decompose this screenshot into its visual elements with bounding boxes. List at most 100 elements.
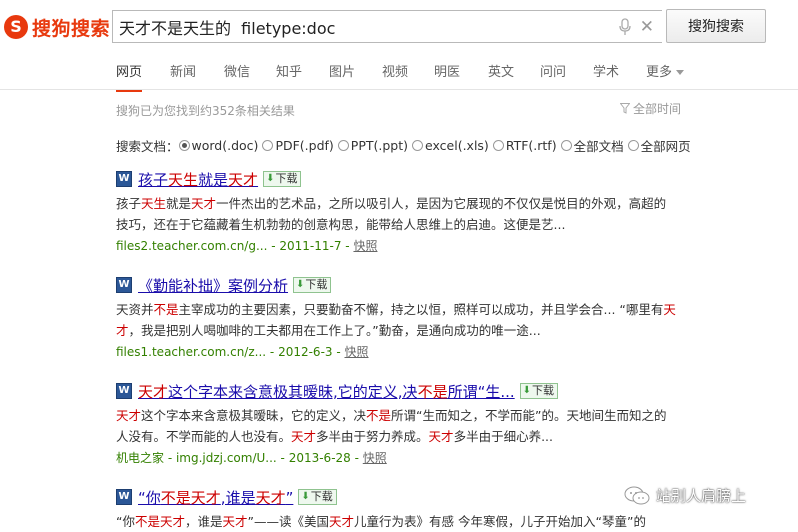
tab-label: 明医 — [434, 65, 461, 80]
text-segment: 儿童行为表》有感 今年寒假，儿子开始加入“琴童”的 — [354, 514, 646, 529]
highlight-term: 不是 — [366, 408, 392, 423]
result-date: 2013-6-28 — [288, 451, 351, 465]
result-title-link[interactable]: “你不是天才,谁是天才” — [138, 487, 293, 508]
clear-icon[interactable]: ✕ — [640, 16, 654, 38]
text-segment: 就是 — [166, 196, 192, 211]
download-button[interactable]: ⬇ 下载 — [293, 277, 332, 293]
doc-filter-option[interactable]: RTF(.rtf) — [492, 138, 557, 153]
separator: - — [332, 345, 345, 359]
highlight-term: 天才 — [222, 514, 248, 529]
tab-10[interactable]: 更多 — [646, 61, 685, 80]
text-segment: ,谁是 — [220, 488, 256, 507]
text-segment: 就是 — [198, 170, 229, 189]
search-button[interactable]: 搜狗搜索 — [666, 9, 766, 43]
download-label: 下载 — [532, 384, 555, 397]
tab-1[interactable]: 新闻 — [170, 61, 196, 80]
highlight-term: 不是天才 — [134, 514, 185, 529]
radio-button[interactable] — [560, 140, 572, 151]
microphone-icon[interactable] — [618, 18, 632, 36]
radio-button[interactable] — [412, 140, 424, 151]
tab-label: 新闻 — [170, 65, 197, 80]
radio-button[interactable] — [262, 140, 274, 151]
doc-filter-option[interactable]: 全部网页 — [627, 136, 691, 155]
result-title-link[interactable]: 孩子天生就是天才 — [138, 169, 258, 190]
result-date: 2011-11-7 — [279, 239, 342, 253]
text-segment: 孩子 — [116, 196, 142, 211]
download-label: 下载 — [275, 172, 298, 185]
radio-button[interactable] — [178, 140, 190, 151]
tab-label: 视频 — [382, 65, 409, 80]
sogou-logo[interactable]: S 搜狗搜索 — [4, 12, 110, 42]
result-url[interactable]: files1.teacher.com.cn/z... — [116, 345, 266, 359]
separator: - — [276, 451, 289, 465]
doc-filter-option[interactable]: PPT(.ppt) — [337, 138, 409, 153]
download-button[interactable]: ⬇ 下载 — [519, 383, 559, 399]
text-segment: ” — [285, 488, 294, 507]
download-button[interactable]: ⬇ 下载 — [298, 489, 337, 505]
result-snippet: 孩子天生就是天才一件杰出的艺术品，之所以吸引人，是因为它展现的不仅仅是悦目的外观… — [116, 193, 676, 235]
doc-filter-option-label: word(.doc) — [191, 138, 259, 153]
search-result: W 《勤能补拙》案例分析 ⬇ 下载 天资并不是主宰成功的主要因素，只要勤奋不懈，持之以恒… — [116, 274, 706, 362]
text-segment: 这个字本来含意极其暧昧,它的定义,决 — [168, 382, 418, 401]
tab-0[interactable]: 网页 — [116, 61, 143, 92]
result-title-link[interactable]: 天才这个字本来含意极其暧昧,它的定义,决不是所谓“生... — [138, 381, 515, 402]
tab-7[interactable]: 英文 — [488, 61, 514, 80]
text-segment: “你 — [116, 514, 135, 529]
doc-filter-option-label: PPT(.ppt) — [350, 138, 409, 153]
result-meta: files2.teacher.com.cn/g... - 2011-11-7 -… — [116, 236, 706, 256]
text-segment: ”——读《美国 — [247, 514, 330, 529]
highlight-term: 天才 — [428, 429, 454, 444]
result-meta: files1.teacher.com.cn/z... - 2012-6-3 - … — [116, 342, 706, 362]
doc-filter-option-label: PDF(.pdf) — [275, 138, 334, 153]
tab-3[interactable]: 知乎 — [276, 61, 302, 80]
result-snippet: 天才这个字本来含意极其暧昧，它的定义，决不是所谓“生而知之，不学而能”的。天地间… — [116, 405, 676, 447]
doc-filter-option[interactable]: excel(.xls) — [412, 138, 489, 153]
download-label: 下载 — [310, 490, 333, 503]
highlight-term: 天才 — [191, 196, 217, 211]
doc-filter-option[interactable]: word(.doc) — [178, 138, 259, 153]
text-segment: ，我是把别人喝咖啡的工夫都用在工作上了。”勤奋，是通向成功的唯一途... — [128, 323, 541, 338]
highlight-term: 天生 — [168, 170, 199, 189]
doc-type-filter: 搜索文档： word(.doc) PDF(.pdf) PPT(.ppt) excel(… — [116, 136, 695, 155]
tab-label: 图片 — [329, 65, 356, 80]
result-url[interactable]: 机电之家 - img.jdzj.com/U... — [116, 451, 277, 465]
separator: - — [350, 451, 363, 465]
radio-button[interactable] — [492, 140, 504, 151]
search-input[interactable] — [119, 14, 609, 40]
word-doc-icon: W — [116, 383, 132, 399]
tab-5[interactable]: 视频 — [382, 61, 408, 80]
search-result: W “你不是天才,谁是天才” ⬇ 下载 “你不是天才，谁是天才”——读《美国天才儿童行为… — [116, 486, 706, 532]
snapshot-link[interactable]: 快照 — [353, 239, 377, 253]
sogou-logo-text: 搜狗搜索 — [32, 17, 111, 40]
word-doc-icon: W — [116, 489, 132, 505]
radio-button[interactable] — [627, 140, 639, 151]
highlight-term: 天才 — [228, 170, 259, 189]
tab-2[interactable]: 微信 — [224, 61, 250, 80]
search-box: ✕ — [112, 10, 662, 43]
text-segment: “你 — [138, 488, 161, 507]
tab-4[interactable]: 图片 — [329, 61, 355, 80]
result-title-link[interactable]: 《勤能补拙》案例分析 — [138, 275, 288, 296]
result-meta: 机电之家 - img.jdzj.com/U... - 2013-6-28 - 快… — [116, 448, 706, 468]
tab-label: 更多 — [646, 65, 673, 80]
doc-filter-option[interactable]: 全部文档 — [560, 136, 624, 155]
tab-8[interactable]: 问问 — [540, 61, 566, 80]
doc-filter-option[interactable]: PDF(.pdf) — [262, 138, 334, 153]
word-doc-icon: W — [116, 171, 132, 187]
time-filter[interactable]: 全部时间 — [620, 100, 681, 117]
tab-6[interactable]: 明医 — [434, 61, 460, 80]
time-filter-label: 全部时间 — [633, 102, 682, 116]
radio-button[interactable] — [337, 140, 349, 151]
tab-label: 学术 — [593, 65, 620, 80]
tab-label: 知乎 — [276, 65, 303, 80]
snapshot-link[interactable]: 快照 — [345, 345, 369, 359]
snapshot-link[interactable]: 快照 — [363, 451, 387, 465]
download-button[interactable]: ⬇ 下载 — [263, 171, 302, 187]
result-url[interactable]: files2.teacher.com.cn/g... — [116, 239, 267, 253]
highlight-term: 天生 — [141, 196, 167, 211]
tab-label: 英文 — [488, 65, 515, 80]
tab-9[interactable]: 学术 — [593, 61, 619, 80]
highlight-term: 不是 — [153, 302, 179, 317]
doc-filter-option-label: 全部文档 — [573, 139, 624, 154]
result-snippet: “你不是天才，谁是天才”——读《美国天才儿童行为表》有感 今年寒假，儿子开始加入… — [116, 511, 676, 532]
